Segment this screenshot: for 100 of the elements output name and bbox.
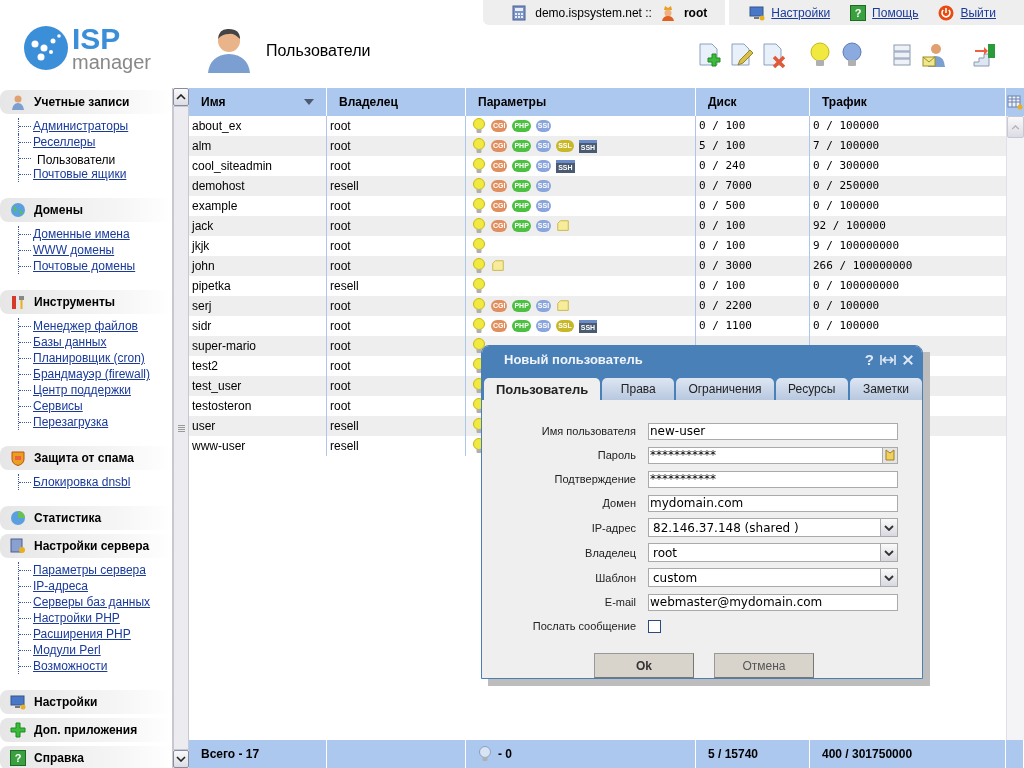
edit-document-icon[interactable] [728, 41, 756, 69]
sidebar-link[interactable]: Менеджер файлов [33, 319, 138, 333]
lightbulb-icon[interactable] [472, 198, 486, 214]
caret-icon[interactable] [884, 574, 894, 581]
lightbulb-icon[interactable] [472, 138, 486, 154]
field-label: E-mail [603, 596, 636, 608]
scroll-grip-icon[interactable] [177, 424, 185, 432]
sidebar-link[interactable]: Перезагрузка [33, 415, 109, 429]
sidebar-section-button[interactable]: Настройки сервера [34, 539, 150, 553]
sort-arrow-icon[interactable] [304, 99, 314, 105]
ok-button[interactable]: Ok [594, 653, 694, 678]
sidebar-section-button[interactable]: Справка [34, 751, 84, 765]
sidebar-link[interactable]: Базы данных [33, 335, 107, 349]
expand-width-icon[interactable] [880, 352, 896, 367]
lightbulb-icon[interactable] [472, 318, 486, 334]
text-field[interactable]: *********** [648, 470, 898, 488]
top-link[interactable]: Помощь [872, 5, 919, 20]
lightbulb-icon[interactable] [472, 298, 486, 314]
lightbulb-icon[interactable] [472, 278, 486, 294]
sidebar-link[interactable]: Модули Perl [33, 643, 101, 657]
lightbulb-icon[interactable] [472, 238, 486, 254]
user-icon [10, 94, 26, 110]
sidebar-link[interactable]: WWW домены [33, 243, 115, 257]
dialog-tab[interactable]: Ограничения [676, 378, 774, 400]
monitor-gear-icon[interactable] [749, 4, 766, 21]
top-link[interactable]: Настройки [771, 5, 831, 20]
dialog-tab[interactable]: Заметки [849, 378, 922, 400]
lightbulb-icon[interactable] [472, 158, 486, 174]
sidebar-link[interactable]: Планировщик (cron) [33, 351, 145, 365]
sidebar-link[interactable]: Пользователи [33, 150, 173, 169]
sidebar-link[interactable]: Серверы баз данных [33, 595, 151, 609]
lightbulb-icon[interactable] [472, 118, 486, 134]
sidebar-link[interactable]: Доменные имена [33, 227, 130, 241]
cancel-button[interactable]: Отмена [714, 653, 814, 678]
scroll-down-button[interactable] [173, 750, 189, 768]
delete-document-icon[interactable] [760, 41, 788, 69]
column-header[interactable]: Диск [696, 88, 810, 116]
sidebar-link[interactable]: Настройки PHP [33, 611, 120, 625]
total-count: Всего - 17 [189, 740, 327, 768]
current-user: root [683, 5, 708, 20]
table-settings-icon[interactable] [1007, 94, 1023, 110]
add-document-icon[interactable] [696, 41, 724, 69]
globe-icon [10, 202, 26, 218]
exit-stairs-icon[interactable] [970, 41, 998, 69]
column-header[interactable]: Владелец [327, 88, 466, 116]
table-cell-text: 266 / 100000000 [812, 258, 914, 274]
field-label: Послать сообщение [531, 620, 636, 632]
dialog-tab[interactable]: Пользователь [484, 378, 601, 400]
lightbulb-icon[interactable] [472, 258, 486, 274]
sidebar-link[interactable]: Реселлеры [33, 135, 96, 149]
sidebar-section-button[interactable]: Настройки [34, 695, 98, 709]
sidebar-section-button[interactable]: Инструменты [34, 295, 116, 309]
sidebar-section-button[interactable]: Домены [34, 203, 83, 217]
sidebar-section-button[interactable]: Защита от спама [34, 451, 134, 465]
sidebar-link[interactable]: Почтовые ящики [33, 167, 127, 181]
chevron-down-icon[interactable] [176, 756, 187, 762]
dropdown[interactable]: 82.146.37.148 (shared ) [648, 518, 898, 537]
sidebar-link[interactable]: Центр поддержки [33, 383, 131, 397]
dialog-tab[interactable]: Ресурсы [775, 378, 848, 400]
sidebar-section-button[interactable]: Учетные записи [34, 95, 130, 109]
text-field[interactable]: new-user [648, 422, 898, 440]
sidebar-link[interactable]: Блокировка dnsbl [33, 475, 131, 489]
generate-password-button[interactable] [882, 446, 898, 464]
column-header[interactable]: Имя [189, 88, 327, 116]
top-link[interactable]: Выйти [960, 5, 996, 20]
dropdown[interactable]: root [648, 543, 898, 562]
sidebar-link[interactable]: Сервисы [33, 399, 83, 413]
chevron-up-icon[interactable] [176, 94, 187, 100]
lightbulb-icon[interactable] [472, 178, 486, 194]
table-cell: resell [327, 176, 466, 196]
sidebar-link[interactable]: Расширения PHP [33, 627, 131, 641]
text-field[interactable]: mydomain.com [648, 494, 898, 512]
sidebar-section-button[interactable]: Доп. приложения [34, 723, 138, 737]
text-field[interactable]: webmaster@mydomain.com [648, 593, 898, 611]
power-icon[interactable] [938, 4, 955, 21]
sidebar-link[interactable]: Возможности [33, 659, 108, 673]
sidebar-link[interactable]: IP-адреса [33, 579, 89, 593]
sidebar-link[interactable]: Параметры сервера [33, 563, 146, 577]
column-header[interactable]: Трафик [810, 88, 1006, 116]
lightbulb-icon[interactable] [472, 338, 486, 354]
server-name: demo.ispsystem.net :: [535, 5, 652, 20]
table-cell: root [327, 296, 466, 316]
checkbox[interactable] [648, 619, 661, 633]
disabled-count: - 0 [498, 747, 512, 761]
lightbulb-icon[interactable] [472, 218, 486, 234]
scrollbar[interactable] [172, 88, 189, 768]
user-envelope-icon[interactable] [920, 41, 948, 69]
password-field[interactable]: *********** [648, 446, 882, 464]
caret-icon[interactable] [884, 524, 894, 531]
caret-icon[interactable] [884, 549, 894, 556]
dropdown[interactable]: custom [648, 568, 898, 587]
sidebar-link[interactable]: Брандмауэр (firewall) [33, 367, 150, 381]
close-icon[interactable] [902, 352, 914, 367]
column-header[interactable]: Параметры [466, 88, 696, 116]
dialog-tab[interactable]: Права [602, 378, 675, 400]
sidebar-link[interactable]: Почтовые домены [33, 259, 136, 273]
sidebar-link[interactable]: Администраторы [33, 119, 129, 133]
sidebar-section-button[interactable]: Статистика [34, 511, 102, 525]
scroll-up-button[interactable] [173, 88, 189, 106]
note-icon [556, 298, 571, 314]
